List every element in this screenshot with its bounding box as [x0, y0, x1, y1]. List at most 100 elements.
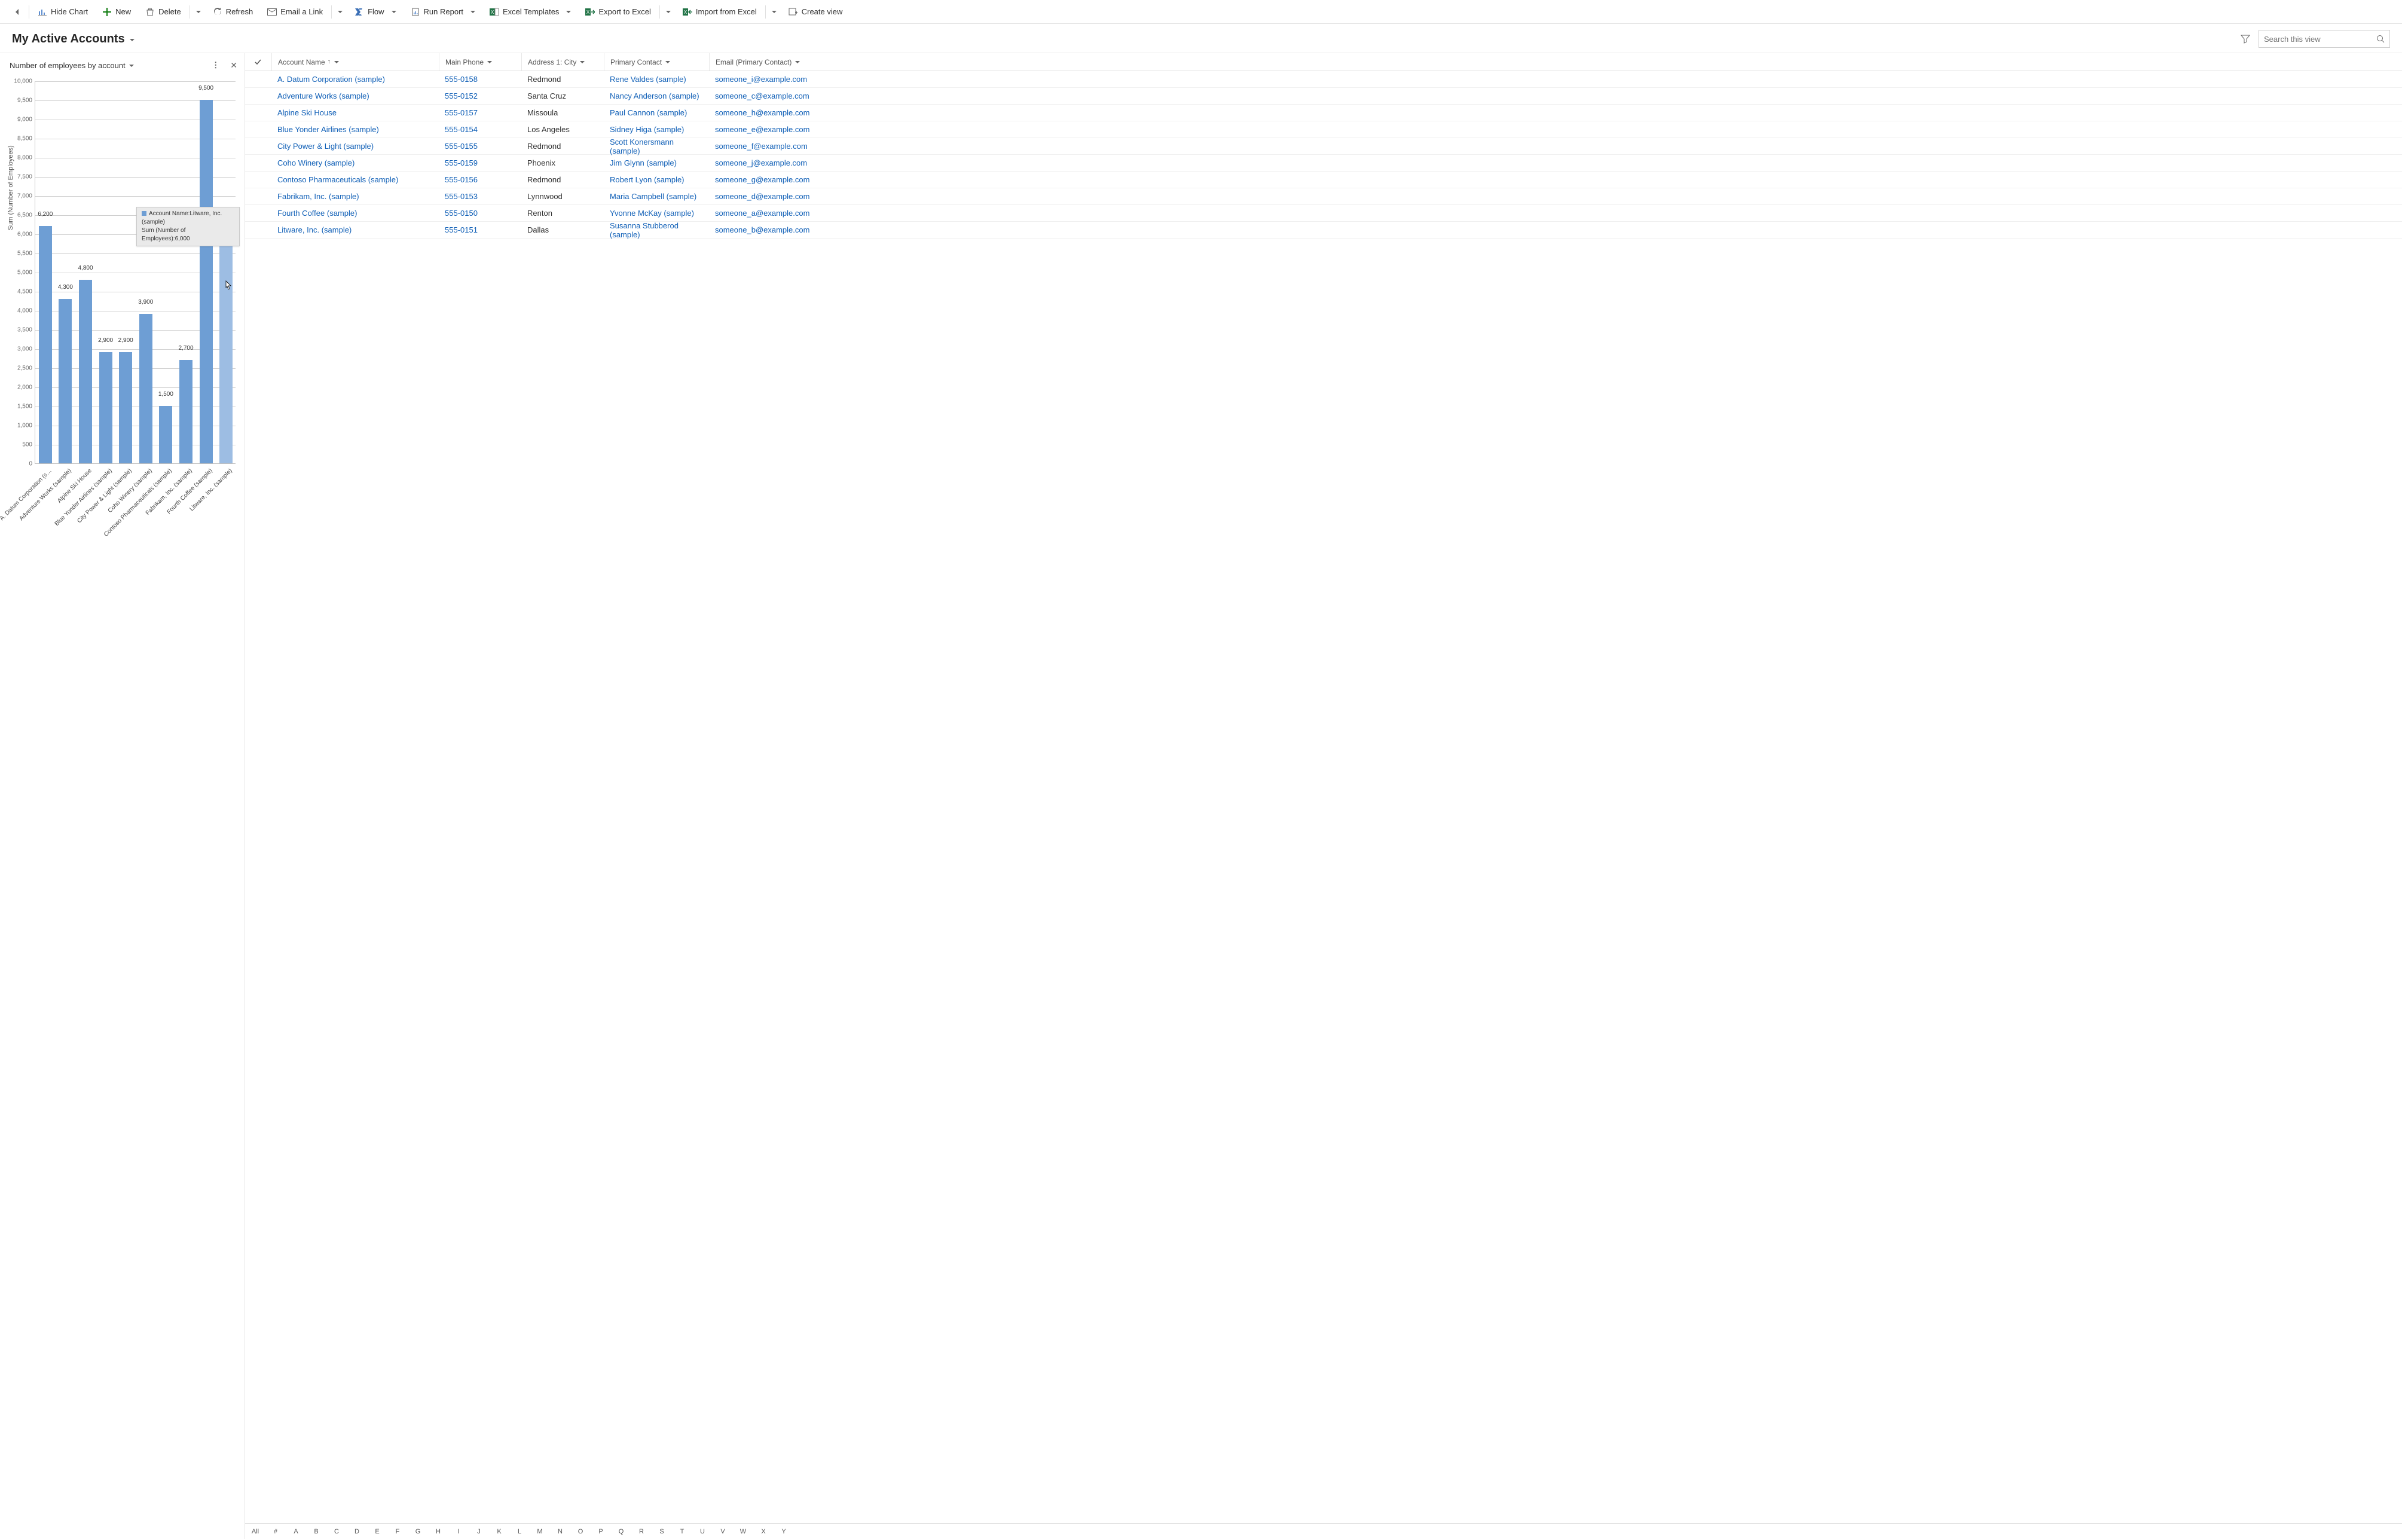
new-button[interactable]: New — [95, 0, 138, 23]
alpha-index-t[interactable]: T — [672, 1528, 692, 1535]
cell-primary-contact[interactable]: Nancy Anderson (sample) — [604, 91, 709, 100]
alpha-index-y[interactable]: Y — [774, 1528, 794, 1535]
cell-main-phone[interactable]: 555-0156 — [439, 175, 521, 184]
chart-bar[interactable] — [99, 352, 112, 463]
chart-title-selector[interactable]: Number of employees by account — [10, 61, 134, 70]
back-button[interactable] — [4, 0, 27, 23]
filter-button[interactable] — [2241, 34, 2250, 44]
column-header-city[interactable]: Address 1: City — [521, 53, 604, 71]
alpha-index-s[interactable]: S — [652, 1528, 672, 1535]
cell-main-phone[interactable]: 555-0152 — [439, 91, 521, 100]
chart-bar[interactable] — [159, 406, 172, 463]
table-row[interactable]: Fourth Coffee (sample)555-0150RentonYvon… — [245, 205, 2402, 222]
cell-account-name[interactable]: Alpine Ski House — [271, 108, 439, 117]
alpha-index-r[interactable]: R — [631, 1528, 652, 1535]
alpha-index-b[interactable]: B — [306, 1528, 326, 1535]
export-excel-splitbutton-chevron[interactable] — [661, 0, 676, 23]
delete-splitbutton-chevron[interactable] — [191, 0, 206, 23]
chart-bar[interactable] — [119, 352, 132, 463]
chart-bar[interactable] — [219, 234, 233, 463]
chart-bar[interactable] — [59, 299, 72, 463]
cell-account-name[interactable]: Litware, Inc. (sample) — [271, 225, 439, 234]
alpha-index-u[interactable]: U — [692, 1528, 713, 1535]
delete-button[interactable]: Delete — [138, 0, 188, 23]
cell-primary-contact[interactable]: Rene Valdes (sample) — [604, 75, 709, 84]
alpha-index-d[interactable]: D — [347, 1528, 367, 1535]
alpha-index-all[interactable]: All — [245, 1528, 265, 1535]
table-row[interactable]: A. Datum Corporation (sample)555-0158Red… — [245, 71, 2402, 88]
cell-primary-contact[interactable]: Jim Glynn (sample) — [604, 158, 709, 167]
cell-primary-contact[interactable]: Maria Campbell (sample) — [604, 192, 709, 201]
hide-chart-button[interactable]: Hide Chart — [30, 0, 95, 23]
export-excel-button[interactable]: X Export to Excel — [578, 0, 658, 23]
alpha-index-j[interactable]: J — [469, 1528, 489, 1535]
cell-email[interactable]: someone_b@example.com — [709, 225, 2402, 234]
run-report-button[interactable]: Run Report — [404, 0, 482, 23]
search-icon[interactable] — [2376, 35, 2385, 43]
search-input[interactable] — [2264, 35, 2376, 44]
alpha-index-l[interactable]: L — [509, 1528, 530, 1535]
email-link-button[interactable]: Email a Link — [260, 0, 330, 23]
cell-main-phone[interactable]: 555-0155 — [439, 142, 521, 151]
chart-bar[interactable] — [179, 360, 192, 463]
table-row[interactable]: Adventure Works (sample)555-0152Santa Cr… — [245, 88, 2402, 105]
cell-primary-contact[interactable]: Susanna Stubberod (sample) — [604, 221, 709, 239]
cell-email[interactable]: someone_g@example.com — [709, 175, 2402, 184]
table-row[interactable]: Litware, Inc. (sample)555-0151DallasSusa… — [245, 222, 2402, 239]
chart-bar[interactable] — [79, 280, 92, 463]
search-box[interactable] — [2259, 30, 2390, 48]
alpha-index-c[interactable]: C — [326, 1528, 347, 1535]
cell-account-name[interactable]: Coho Winery (sample) — [271, 158, 439, 167]
cell-email[interactable]: someone_a@example.com — [709, 209, 2402, 218]
import-excel-splitbutton-chevron[interactable] — [767, 0, 781, 23]
cell-primary-contact[interactable]: Sidney Higa (sample) — [604, 125, 709, 134]
chart-plot[interactable]: 6,2004,3004,8002,9002,9003,9001,5002,700… — [35, 81, 236, 464]
chart-bar[interactable] — [200, 100, 213, 463]
chart-bar[interactable] — [139, 314, 152, 463]
cell-account-name[interactable]: Blue Yonder Airlines (sample) — [271, 125, 439, 134]
alpha-index-q[interactable]: Q — [611, 1528, 631, 1535]
chart-more-button[interactable]: ⋮ — [212, 60, 221, 71]
cell-account-name[interactable]: Fabrikam, Inc. (sample) — [271, 192, 439, 201]
cell-main-phone[interactable]: 555-0150 — [439, 209, 521, 218]
table-row[interactable]: Contoso Pharmaceuticals (sample)555-0156… — [245, 172, 2402, 188]
table-row[interactable]: City Power & Light (sample)555-0155Redmo… — [245, 138, 2402, 155]
excel-templates-button[interactable]: X Excel Templates — [482, 0, 578, 23]
column-header-email[interactable]: Email (Primary Contact) — [709, 53, 2402, 71]
cell-account-name[interactable]: City Power & Light (sample) — [271, 142, 439, 151]
cell-main-phone[interactable]: 555-0158 — [439, 75, 521, 84]
cell-email[interactable]: someone_j@example.com — [709, 158, 2402, 167]
import-excel-button[interactable]: X Import from Excel — [676, 0, 764, 23]
alpha-index-p[interactable]: P — [591, 1528, 611, 1535]
alpha-index-k[interactable]: K — [489, 1528, 509, 1535]
cell-account-name[interactable]: Adventure Works (sample) — [271, 91, 439, 100]
table-row[interactable]: Blue Yonder Airlines (sample)555-0154Los… — [245, 121, 2402, 138]
cell-account-name[interactable]: Fourth Coffee (sample) — [271, 209, 439, 218]
cell-email[interactable]: someone_h@example.com — [709, 108, 2402, 117]
cell-account-name[interactable]: Contoso Pharmaceuticals (sample) — [271, 175, 439, 184]
cell-email[interactable]: someone_d@example.com — [709, 192, 2402, 201]
alpha-index-f[interactable]: F — [387, 1528, 408, 1535]
column-header-main-phone[interactable]: Main Phone — [439, 53, 521, 71]
cell-primary-contact[interactable]: Paul Cannon (sample) — [604, 108, 709, 117]
cell-primary-contact[interactable]: Robert Lyon (sample) — [604, 175, 709, 184]
cell-main-phone[interactable]: 555-0159 — [439, 158, 521, 167]
cell-primary-contact[interactable]: Scott Konersmann (sample) — [604, 138, 709, 155]
create-view-button[interactable]: Create view — [781, 0, 850, 23]
email-link-splitbutton-chevron[interactable] — [333, 0, 347, 23]
cell-email[interactable]: someone_c@example.com — [709, 91, 2402, 100]
table-row[interactable]: Coho Winery (sample)555-0159PhoenixJim G… — [245, 155, 2402, 172]
column-header-select[interactable] — [245, 53, 271, 71]
cell-email[interactable]: someone_i@example.com — [709, 75, 2402, 84]
alpha-index-g[interactable]: G — [408, 1528, 428, 1535]
chart-close-button[interactable]: ✕ — [230, 60, 237, 71]
alpha-index-n[interactable]: N — [550, 1528, 570, 1535]
alpha-index-m[interactable]: M — [530, 1528, 550, 1535]
cell-primary-contact[interactable]: Yvonne McKay (sample) — [604, 209, 709, 218]
alpha-index-i[interactable]: I — [448, 1528, 469, 1535]
flow-button[interactable]: Flow — [347, 0, 403, 23]
cell-account-name[interactable]: A. Datum Corporation (sample) — [271, 75, 439, 84]
cell-email[interactable]: someone_f@example.com — [709, 142, 2402, 151]
alpha-index-v[interactable]: V — [713, 1528, 733, 1535]
alpha-index-a[interactable]: A — [286, 1528, 306, 1535]
